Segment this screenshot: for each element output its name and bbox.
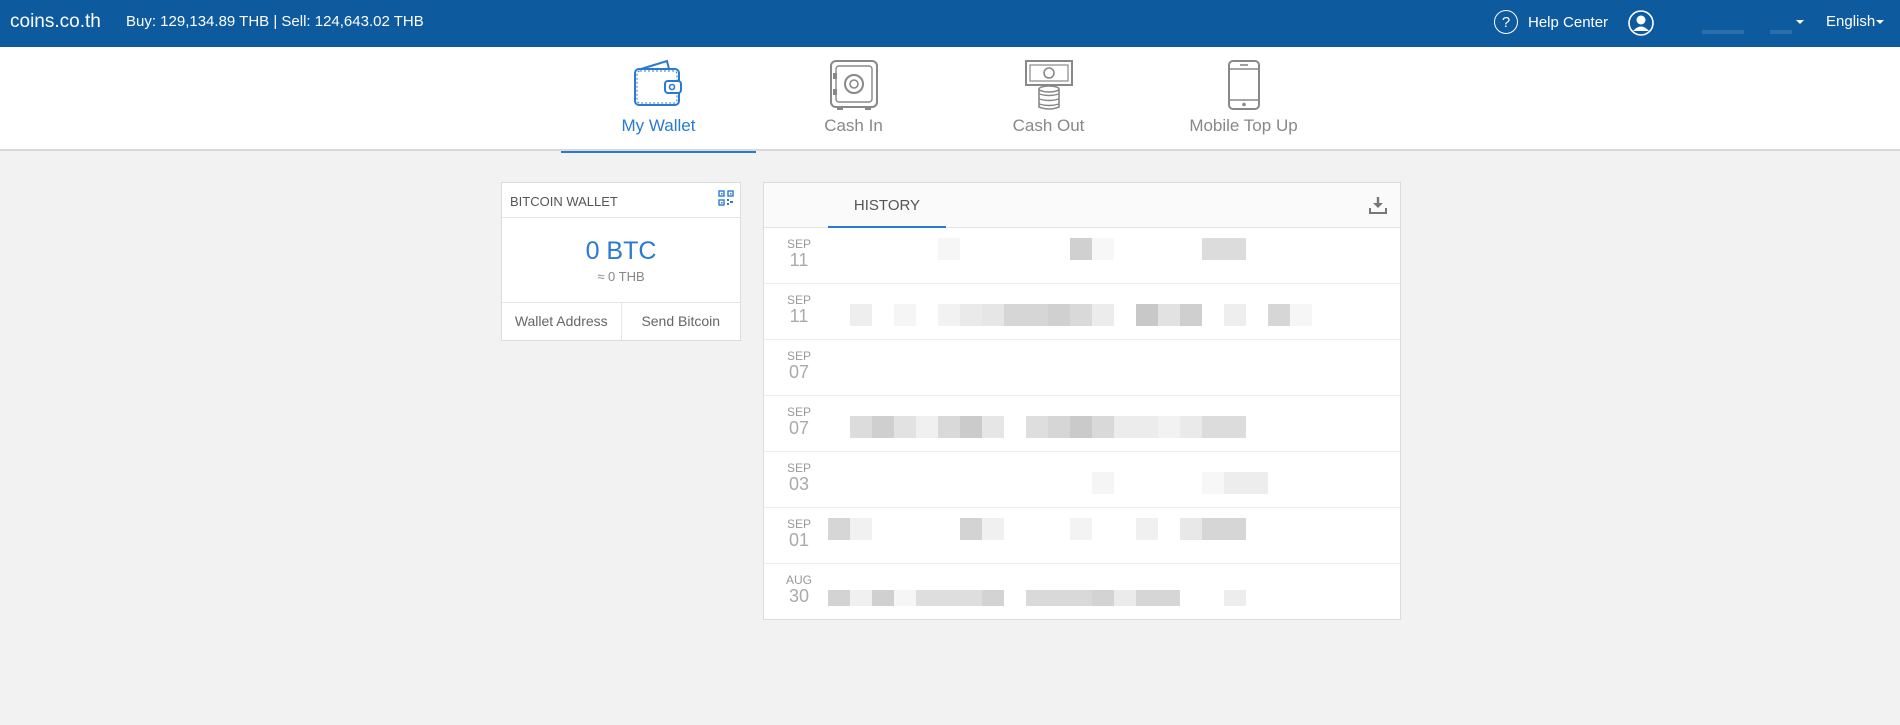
exchange-rates: Buy: 129,134.89 THB | Sell: 124,643.02 T… xyxy=(126,13,424,30)
history-row[interactable]: SEP 11 xyxy=(764,228,1400,284)
history-day: 30 xyxy=(788,586,810,606)
qr-code-icon xyxy=(718,190,734,206)
help-center-link[interactable]: ? Help Center xyxy=(1494,10,1608,34)
history-row[interactable]: SEP 07 xyxy=(764,396,1400,452)
thb-equivalent: ≈ 0 THB xyxy=(597,269,645,284)
history-row[interactable]: SEP 11 xyxy=(764,284,1400,340)
nav-mobile-top-up[interactable]: Mobile Top Up xyxy=(1146,47,1341,151)
mobile-icon xyxy=(1227,60,1260,110)
safe-icon xyxy=(829,60,878,110)
language-label: English xyxy=(1826,13,1876,30)
help-icon: ? xyxy=(1494,10,1518,34)
help-center-label: Help Center xyxy=(1528,13,1609,31)
history-date: SEP 03 xyxy=(764,462,834,494)
user-menu-caret-icon[interactable] xyxy=(1796,20,1804,24)
history-day: 07 xyxy=(788,418,810,438)
redacted-details xyxy=(828,396,1350,452)
nav-label: Cash In xyxy=(824,116,883,135)
user-name-redacted xyxy=(1702,30,1744,34)
redacted-details xyxy=(828,508,1350,564)
language-selector[interactable]: English xyxy=(1826,13,1875,30)
history-row[interactable]: SEP 03 xyxy=(764,452,1400,508)
btc-balance: 0 BTC xyxy=(585,237,657,265)
nav-label: My Wallet xyxy=(621,116,696,135)
redacted-details xyxy=(828,452,1350,508)
history-date: AUG 30 xyxy=(764,574,834,606)
download-button[interactable] xyxy=(1368,195,1388,220)
qr-code-button[interactable] xyxy=(718,190,734,211)
nav-cash-in[interactable]: Cash In xyxy=(756,47,951,151)
redacted-details xyxy=(828,284,1350,340)
wallet-header: BITCOIN WALLET xyxy=(502,183,740,218)
history-day: 07 xyxy=(788,362,810,382)
wallet-icon xyxy=(633,59,682,106)
history-date: SEP 11 xyxy=(764,294,834,326)
tab-history[interactable]: HISTORY xyxy=(828,183,946,228)
wallet-title: BITCOIN WALLET xyxy=(510,194,618,209)
send-bitcoin-button[interactable]: Send Bitcoin xyxy=(622,303,741,340)
download-icon xyxy=(1369,197,1387,214)
nav-label: Mobile Top Up xyxy=(1189,116,1298,135)
history-row[interactable]: SEP 01 xyxy=(764,508,1400,564)
nav-cash-out[interactable]: Cash Out xyxy=(951,47,1146,151)
history-row[interactable]: SEP 07 xyxy=(764,340,1400,396)
nav-label: Cash Out xyxy=(1012,116,1085,135)
history-date: SEP 11 xyxy=(764,238,834,270)
history-header: HISTORY xyxy=(764,183,1400,228)
wallet-address-button[interactable]: Wallet Address xyxy=(502,303,622,340)
bitcoin-wallet-card: BITCOIN WALLET 0 BTC ≈ 0 THB Wallet Addr… xyxy=(501,182,741,341)
history-day: 11 xyxy=(789,306,809,326)
history-day: 01 xyxy=(788,530,810,550)
top-bar: coins.co.th Buy: 129,134.89 THB | Sell: … xyxy=(0,0,1900,47)
redacted-details xyxy=(828,564,1350,620)
history-date: SEP 07 xyxy=(764,406,834,438)
main-nav: My Wallet Cash In Cash Out Mobile Top Up xyxy=(0,47,1900,153)
redacted-details xyxy=(828,228,1350,284)
history-date: SEP 07 xyxy=(764,350,834,382)
history-day: 11 xyxy=(789,250,809,270)
user-menu[interactable] xyxy=(1628,10,1654,36)
cash-icon xyxy=(1024,60,1073,110)
history-row[interactable]: AUG 30 xyxy=(764,564,1400,620)
language-caret-icon[interactable] xyxy=(1876,20,1884,24)
user-avatar-icon xyxy=(1628,10,1654,36)
wallet-actions: Wallet Address Send Bitcoin xyxy=(502,302,740,340)
history-day: 03 xyxy=(788,474,810,494)
history-date: SEP 01 xyxy=(764,518,834,550)
brand-logo[interactable]: coins.co.th xyxy=(10,11,101,33)
user-name-redacted xyxy=(1770,30,1792,34)
redacted-details xyxy=(828,340,1350,396)
history-panel: HISTORY SEP 11 SEP 11 SEP 07 SEP 07 SEP … xyxy=(763,182,1401,620)
nav-my-wallet[interactable]: My Wallet xyxy=(561,47,756,153)
